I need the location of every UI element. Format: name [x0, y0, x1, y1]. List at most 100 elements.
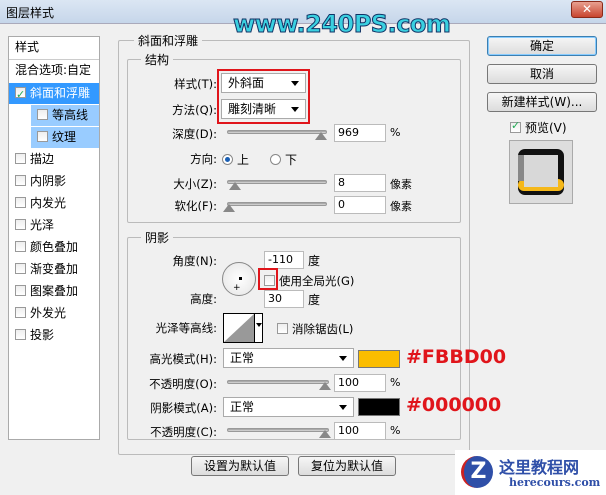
highlight-opacity-label: 不透明度(O):	[149, 377, 217, 391]
cancel-button[interactable]: 取消	[487, 64, 597, 84]
depth-slider[interactable]	[227, 130, 327, 140]
antialias-checkbox[interactable]: 消除锯齿(L)	[277, 321, 353, 337]
structure-title: 结构	[141, 51, 174, 68]
altitude-unit: 度	[308, 293, 321, 307]
highlight-mode-select[interactable]: 正常	[223, 348, 354, 368]
sidebar-item[interactable]: 内阴影	[9, 171, 99, 192]
shadow-opacity-slider[interactable]	[227, 428, 331, 438]
checkbox[interactable]	[37, 131, 48, 142]
angle-label: 角度(N):	[172, 254, 217, 268]
highlight-hex-annotation: #FBBD00	[406, 346, 507, 368]
watermark: www.240PS.com	[232, 10, 451, 39]
sidebar-item-label: 斜面和浮雕	[30, 86, 91, 100]
sidebar-item-label: 外发光	[30, 306, 67, 320]
checkbox[interactable]	[15, 175, 26, 186]
shadow-hex-annotation: #000000	[406, 394, 502, 416]
make-default-button[interactable]: 设置为默认值	[191, 456, 289, 476]
close-button[interactable]: ✕	[571, 1, 603, 18]
highlight-box	[217, 69, 310, 124]
up-label: 上	[237, 153, 250, 167]
checkbox[interactable]	[15, 241, 26, 252]
sidebar-item[interactable]: 光泽	[9, 215, 99, 236]
down-label: 下	[285, 153, 298, 167]
sidebar-item-label: 等高线	[52, 108, 89, 122]
preview-label: 预览(V)	[525, 121, 567, 135]
checkbox[interactable]	[15, 219, 26, 230]
percent-unit: %	[390, 376, 401, 389]
gloss-contour-picker[interactable]	[223, 313, 263, 343]
sidebar-item[interactable]: 纹理	[31, 127, 99, 148]
shadow-opacity-input[interactable]: 100	[334, 422, 386, 440]
checkbox[interactable]	[15, 285, 26, 296]
size-unit: 像素	[390, 178, 412, 191]
highlight-opacity-input[interactable]: 100	[334, 374, 386, 392]
preview-thumbnail	[509, 140, 573, 204]
sidebar-item[interactable]: 等高线	[31, 105, 99, 126]
shading-title: 阴影	[141, 229, 174, 246]
highlight-mode-label: 高光模式(H):	[149, 352, 218, 366]
sidebar-item[interactable]: 内发光	[9, 193, 99, 214]
shadow-color-swatch[interactable]	[358, 398, 400, 416]
technique-label: 方法(Q):	[172, 103, 217, 117]
blend-options-item[interactable]: 混合选项:自定	[9, 60, 99, 81]
sidebar-item-label: 光泽	[30, 218, 55, 232]
ok-button[interactable]: 确定	[487, 36, 597, 56]
size-label: 大小(Z):	[173, 177, 217, 191]
altitude-label: 高度:	[190, 292, 217, 306]
chevron-down-icon	[256, 323, 262, 327]
angle-dial[interactable]: +	[222, 262, 256, 296]
highlight-opacity-slider[interactable]	[227, 380, 331, 390]
sidebar-item-label: 内发光	[30, 196, 67, 210]
altitude-input[interactable]: 30	[264, 290, 304, 308]
checkbox[interactable]	[15, 84, 26, 105]
reset-default-button[interactable]: 复位为默认值	[298, 456, 396, 476]
angle-input[interactable]: -110	[264, 251, 304, 269]
soften-slider[interactable]	[223, 202, 327, 212]
soften-label: 软化(F):	[174, 199, 217, 213]
sidebar-item[interactable]: 描边	[9, 149, 99, 170]
sidebar-item-label: 纹理	[52, 130, 77, 144]
window-title: 图层样式	[6, 6, 55, 20]
sidebar-item[interactable]: 图案叠加	[9, 281, 99, 302]
percent-unit: %	[390, 424, 401, 437]
sidebar-item[interactable]: 颜色叠加	[9, 237, 99, 258]
style-label: 样式(T):	[174, 77, 217, 91]
checkbox[interactable]	[15, 329, 26, 340]
direction-up-radio[interactable]: 上	[222, 151, 249, 168]
depth-input[interactable]: 969	[334, 124, 386, 142]
new-style-button[interactable]: 新建样式(W)...	[487, 92, 597, 112]
depth-unit: %	[390, 126, 401, 139]
direction-down-radio[interactable]: 下	[270, 151, 297, 168]
shadow-mode-select[interactable]: 正常	[223, 397, 354, 417]
checkbox[interactable]	[37, 109, 48, 120]
sidebar-item[interactable]: 投影	[9, 325, 99, 346]
sidebar-item[interactable]: 渐变叠加	[9, 259, 99, 280]
checkbox[interactable]	[15, 197, 26, 208]
depth-label: 深度(D):	[172, 127, 217, 141]
sidebar-item-label: 颜色叠加	[30, 240, 79, 254]
soften-input[interactable]: 0	[334, 196, 386, 214]
highlight-box	[258, 268, 278, 290]
styles-list: 样式 混合选项:自定 斜面和浮雕等高线纹理描边内阴影内发光光泽颜色叠加渐变叠加图…	[8, 36, 100, 440]
shadow-mode-label: 阴影模式(A):	[150, 401, 217, 415]
gloss-contour-label: 光泽等高线:	[155, 321, 217, 335]
styles-header: 样式	[15, 40, 40, 54]
sidebar-item[interactable]: 外发光	[9, 303, 99, 324]
sidebar-item-label: 内阴影	[30, 174, 67, 188]
antialias-label: 消除锯齿(L)	[292, 322, 354, 336]
checkbox[interactable]	[15, 153, 26, 164]
checkbox[interactable]	[15, 307, 26, 318]
sidebar-item-label: 投影	[30, 328, 55, 342]
sidebar-item[interactable]: 斜面和浮雕	[9, 83, 99, 105]
preview-checkbox[interactable]: 预览(V)	[510, 119, 567, 136]
shadow-mode-value: 正常	[230, 400, 255, 414]
highlight-mode-value: 正常	[230, 351, 255, 365]
checkbox[interactable]	[15, 263, 26, 274]
highlight-color-swatch[interactable]	[358, 350, 400, 368]
size-input[interactable]: 8	[334, 174, 386, 192]
shadow-opacity-label: 不透明度(C):	[150, 425, 217, 439]
site-logo: Z 这里教程网 herecours.com	[455, 450, 606, 495]
size-slider[interactable]	[227, 180, 327, 190]
chevron-down-icon	[339, 405, 347, 410]
global-light-label: 使用全局光(G)	[279, 274, 355, 288]
